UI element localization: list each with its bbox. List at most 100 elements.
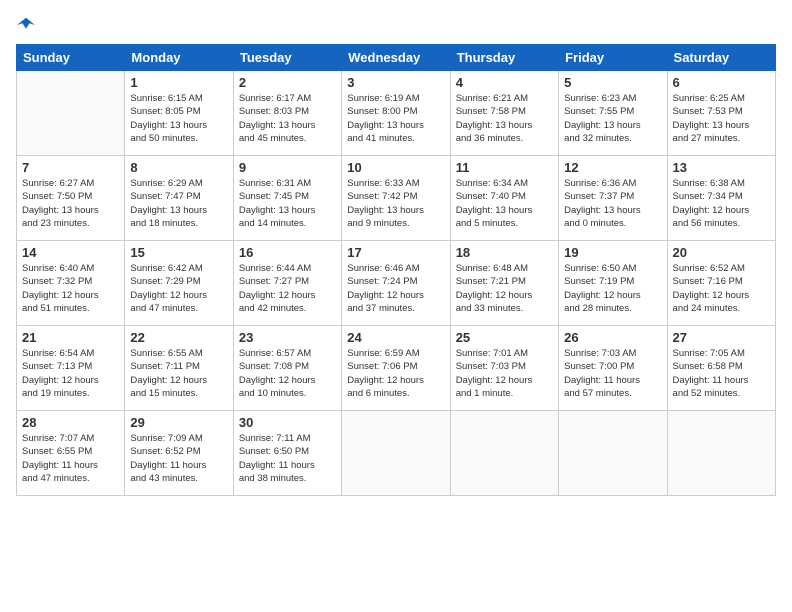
calendar-week-row: 28Sunrise: 7:07 AM Sunset: 6:55 PM Dayli… — [17, 411, 776, 496]
day-info: Sunrise: 6:27 AM Sunset: 7:50 PM Dayligh… — [22, 177, 119, 230]
day-info: Sunrise: 6:59 AM Sunset: 7:06 PM Dayligh… — [347, 347, 444, 400]
day-info: Sunrise: 6:55 AM Sunset: 7:11 PM Dayligh… — [130, 347, 227, 400]
day-number: 13 — [673, 160, 770, 175]
day-number: 17 — [347, 245, 444, 260]
calendar-cell: 9 Sunrise: 6:31 AM Sunset: 7:45 PM Daylig… — [233, 156, 341, 241]
calendar-cell: 29Sunrise: 7:09 AM Sunset: 6:52 PM Dayli… — [125, 411, 233, 496]
calendar-body: 1 Sunrise: 6:15 AM Sunset: 8:05 PM Daylig… — [17, 71, 776, 496]
calendar-cell: 10 Sunrise: 6:33 AM Sunset: 7:42 PM Dayli… — [342, 156, 450, 241]
day-number: 28 — [22, 415, 119, 430]
page-container: SundayMondayTuesdayWednesdayThursdayFrid… — [0, 0, 792, 504]
day-info: Sunrise: 6:25 AM Sunset: 7:53 PM Dayligh… — [673, 92, 770, 145]
calendar-cell: 1 Sunrise: 6:15 AM Sunset: 8:05 PM Daylig… — [125, 71, 233, 156]
day-number: 19 — [564, 245, 661, 260]
day-number: 25 — [456, 330, 553, 345]
day-number: 24 — [347, 330, 444, 345]
calendar-cell: 26 Sunrise: 7:03 AM Sunset: 7:00 PM Dayli… — [559, 326, 667, 411]
day-info: Sunrise: 7:05 AM Sunset: 6:58 PM Dayligh… — [673, 347, 770, 400]
calendar-cell: 16 Sunrise: 6:44 AM Sunset: 7:27 PM Dayli… — [233, 241, 341, 326]
day-info: Sunrise: 6:17 AM Sunset: 8:03 PM Dayligh… — [239, 92, 336, 145]
logo-bird-icon — [17, 16, 35, 34]
weekday-header-sunday: Sunday — [17, 45, 125, 71]
day-number: 1 — [130, 75, 227, 90]
day-info: Sunrise: 7:11 AM Sunset: 6:50 PM Dayligh… — [239, 432, 336, 485]
day-number: 11 — [456, 160, 553, 175]
calendar-cell: 12 Sunrise: 6:36 AM Sunset: 7:37 PM Dayli… — [559, 156, 667, 241]
calendar-week-row: 14Sunrise: 6:40 AM Sunset: 7:32 PM Dayli… — [17, 241, 776, 326]
day-number: 27 — [673, 330, 770, 345]
calendar-cell: 6 Sunrise: 6:25 AM Sunset: 7:53 PM Daylig… — [667, 71, 775, 156]
calendar-cell: 23 Sunrise: 6:57 AM Sunset: 7:08 PM Dayli… — [233, 326, 341, 411]
day-number: 7 — [22, 160, 119, 175]
day-info: Sunrise: 6:50 AM Sunset: 7:19 PM Dayligh… — [564, 262, 661, 315]
calendar-cell: 15Sunrise: 6:42 AM Sunset: 7:29 PM Dayli… — [125, 241, 233, 326]
day-info: Sunrise: 6:38 AM Sunset: 7:34 PM Dayligh… — [673, 177, 770, 230]
day-number: 15 — [130, 245, 227, 260]
day-info: Sunrise: 6:44 AM Sunset: 7:27 PM Dayligh… — [239, 262, 336, 315]
weekday-header-tuesday: Tuesday — [233, 45, 341, 71]
day-number: 3 — [347, 75, 444, 90]
day-info: Sunrise: 7:09 AM Sunset: 6:52 PM Dayligh… — [130, 432, 227, 485]
day-info: Sunrise: 6:15 AM Sunset: 8:05 PM Dayligh… — [130, 92, 227, 145]
day-info: Sunrise: 6:31 AM Sunset: 7:45 PM Dayligh… — [239, 177, 336, 230]
day-number: 21 — [22, 330, 119, 345]
day-info: Sunrise: 6:33 AM Sunset: 7:42 PM Dayligh… — [347, 177, 444, 230]
day-number: 16 — [239, 245, 336, 260]
calendar-cell: 28Sunrise: 7:07 AM Sunset: 6:55 PM Dayli… — [17, 411, 125, 496]
calendar-cell: 24 Sunrise: 6:59 AM Sunset: 7:06 PM Dayli… — [342, 326, 450, 411]
day-number: 4 — [456, 75, 553, 90]
weekday-header-monday: Monday — [125, 45, 233, 71]
day-number: 12 — [564, 160, 661, 175]
calendar-week-row: 1 Sunrise: 6:15 AM Sunset: 8:05 PM Daylig… — [17, 71, 776, 156]
day-number: 6 — [673, 75, 770, 90]
calendar-cell — [342, 411, 450, 496]
calendar-cell: 27 Sunrise: 7:05 AM Sunset: 6:58 PM Dayli… — [667, 326, 775, 411]
calendar-week-row: 21 Sunrise: 6:54 AM Sunset: 7:13 PM Dayli… — [17, 326, 776, 411]
day-number: 18 — [456, 245, 553, 260]
day-number: 20 — [673, 245, 770, 260]
day-info: Sunrise: 6:52 AM Sunset: 7:16 PM Dayligh… — [673, 262, 770, 315]
day-info: Sunrise: 6:46 AM Sunset: 7:24 PM Dayligh… — [347, 262, 444, 315]
day-number: 8 — [130, 160, 227, 175]
calendar-cell: 17 Sunrise: 6:46 AM Sunset: 7:24 PM Dayli… — [342, 241, 450, 326]
day-info: Sunrise: 7:01 AM Sunset: 7:03 PM Dayligh… — [456, 347, 553, 400]
day-info: Sunrise: 6:34 AM Sunset: 7:40 PM Dayligh… — [456, 177, 553, 230]
calendar-cell: 7 Sunrise: 6:27 AM Sunset: 7:50 PM Daylig… — [17, 156, 125, 241]
calendar-cell — [559, 411, 667, 496]
calendar-cell: 8Sunrise: 6:29 AM Sunset: 7:47 PM Daylig… — [125, 156, 233, 241]
day-number: 9 — [239, 160, 336, 175]
calendar-cell — [667, 411, 775, 496]
calendar-cell: 22Sunrise: 6:55 AM Sunset: 7:11 PM Dayli… — [125, 326, 233, 411]
calendar-cell: 20 Sunrise: 6:52 AM Sunset: 7:16 PM Dayli… — [667, 241, 775, 326]
weekday-header-wednesday: Wednesday — [342, 45, 450, 71]
day-number: 10 — [347, 160, 444, 175]
calendar-week-row: 7 Sunrise: 6:27 AM Sunset: 7:50 PM Daylig… — [17, 156, 776, 241]
day-number: 23 — [239, 330, 336, 345]
calendar-cell: 3 Sunrise: 6:19 AM Sunset: 8:00 PM Daylig… — [342, 71, 450, 156]
weekday-header-friday: Friday — [559, 45, 667, 71]
calendar-cell: 21 Sunrise: 6:54 AM Sunset: 7:13 PM Dayli… — [17, 326, 125, 411]
day-info: Sunrise: 6:21 AM Sunset: 7:58 PM Dayligh… — [456, 92, 553, 145]
day-info: Sunrise: 6:57 AM Sunset: 7:08 PM Dayligh… — [239, 347, 336, 400]
calendar-cell: 5 Sunrise: 6:23 AM Sunset: 7:55 PM Daylig… — [559, 71, 667, 156]
header — [16, 16, 776, 34]
calendar-cell: 13 Sunrise: 6:38 AM Sunset: 7:34 PM Dayli… — [667, 156, 775, 241]
day-number: 5 — [564, 75, 661, 90]
calendar-cell: 30 Sunrise: 7:11 AM Sunset: 6:50 PM Dayli… — [233, 411, 341, 496]
day-info: Sunrise: 7:03 AM Sunset: 7:00 PM Dayligh… — [564, 347, 661, 400]
day-info: Sunrise: 6:19 AM Sunset: 8:00 PM Dayligh… — [347, 92, 444, 145]
weekday-header-saturday: Saturday — [667, 45, 775, 71]
day-info: Sunrise: 6:23 AM Sunset: 7:55 PM Dayligh… — [564, 92, 661, 145]
calendar-cell: 2Sunrise: 6:17 AM Sunset: 8:03 PM Daylig… — [233, 71, 341, 156]
calendar-cell: 14Sunrise: 6:40 AM Sunset: 7:32 PM Dayli… — [17, 241, 125, 326]
day-info: Sunrise: 6:36 AM Sunset: 7:37 PM Dayligh… — [564, 177, 661, 230]
calendar-cell: 25 Sunrise: 7:01 AM Sunset: 7:03 PM Dayli… — [450, 326, 558, 411]
calendar-cell — [17, 71, 125, 156]
day-info: Sunrise: 6:40 AM Sunset: 7:32 PM Dayligh… — [22, 262, 119, 315]
day-info: Sunrise: 6:54 AM Sunset: 7:13 PM Dayligh… — [22, 347, 119, 400]
weekday-header-thursday: Thursday — [450, 45, 558, 71]
calendar-cell: 18Sunrise: 6:48 AM Sunset: 7:21 PM Dayli… — [450, 241, 558, 326]
day-number: 26 — [564, 330, 661, 345]
calendar-header: SundayMondayTuesdayWednesdayThursdayFrid… — [17, 45, 776, 71]
day-number: 30 — [239, 415, 336, 430]
